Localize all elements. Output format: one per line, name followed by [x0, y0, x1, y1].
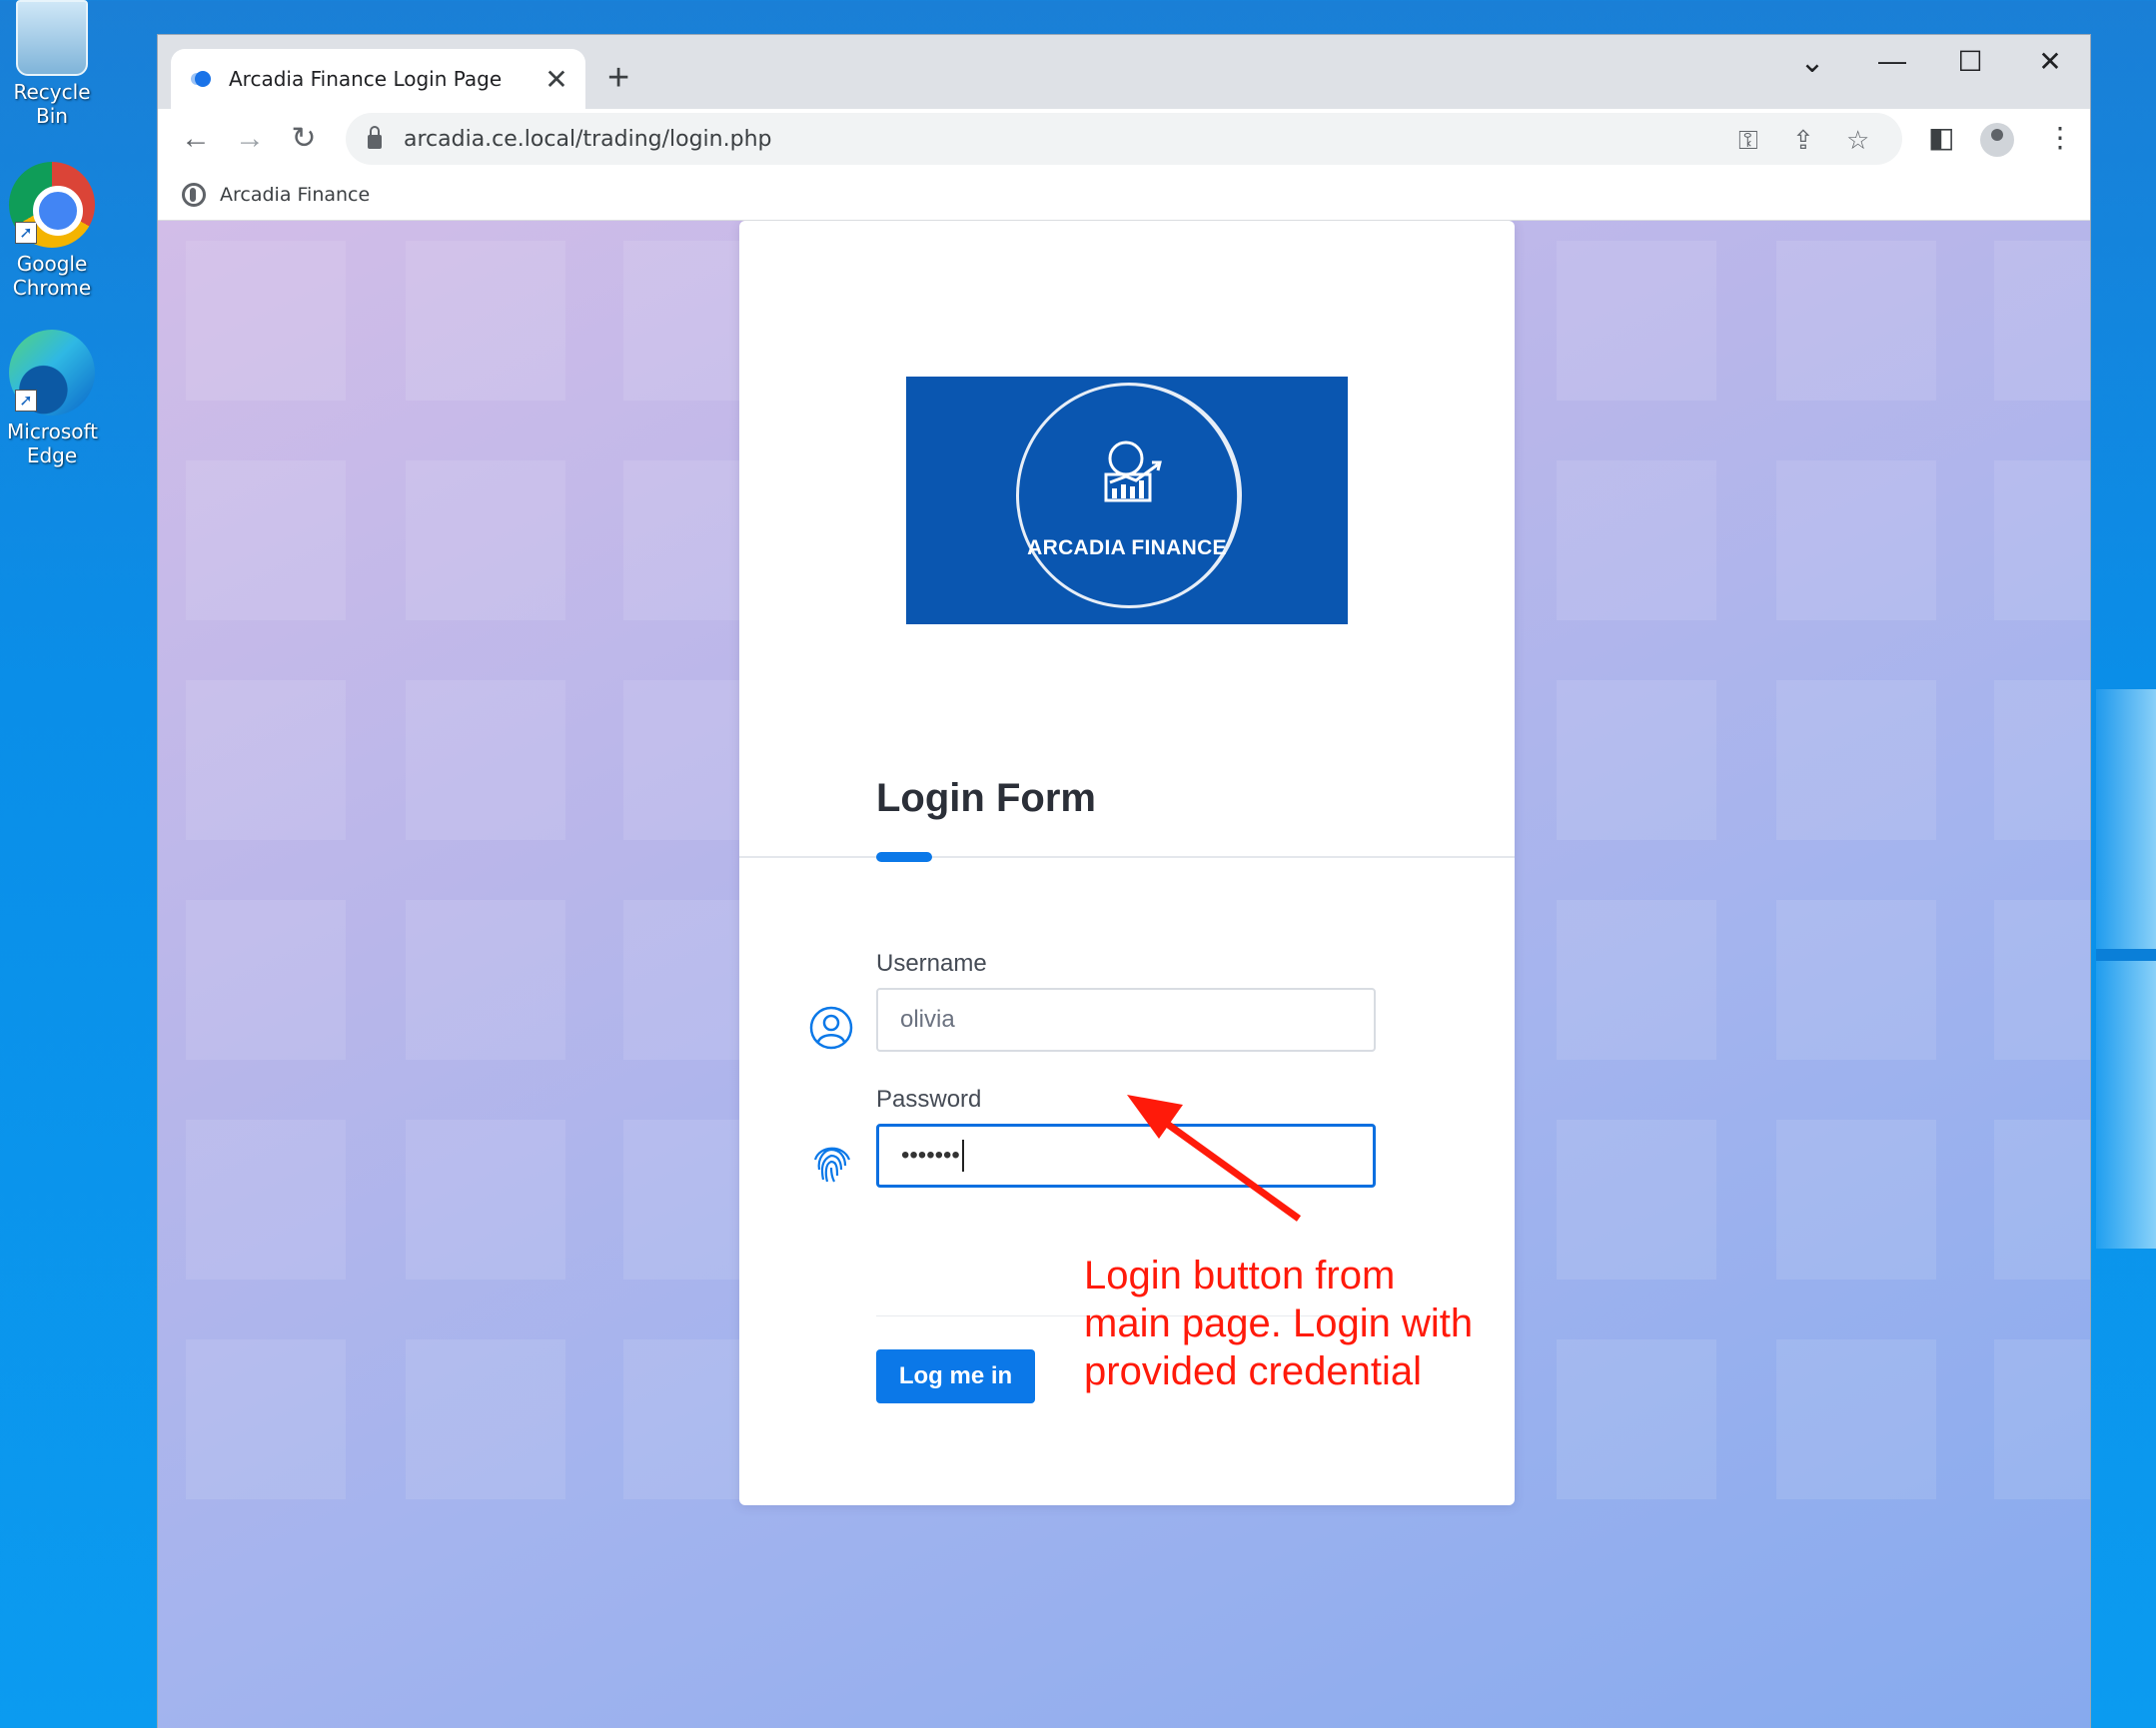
- annotation-line-1: Login button from: [1084, 1254, 1396, 1297]
- browser-window: Arcadia Finance Login Page ✕ + ⌄ — ☐ ✕ ←…: [157, 34, 2091, 1728]
- page-viewport: ARCADIA FINANCE Login Form Username oliv…: [158, 221, 2090, 1728]
- title-divider: [739, 856, 1515, 858]
- logo-text: ARCADIA FINANCE: [1027, 536, 1227, 559]
- login-button[interactable]: Log me in: [876, 1349, 1035, 1403]
- loading-favicon-icon: [195, 71, 211, 87]
- bookmark-star-icon[interactable]: ☆: [1846, 125, 1869, 156]
- tab-active[interactable]: Arcadia Finance Login Page ✕: [171, 49, 585, 109]
- username-value: olivia: [900, 1006, 955, 1033]
- new-tab-button[interactable]: +: [607, 57, 629, 100]
- reload-button[interactable]: ↻: [284, 119, 324, 159]
- username-input[interactable]: olivia: [876, 988, 1376, 1052]
- profile-avatar-icon[interactable]: [1980, 123, 2014, 157]
- tab-title: Arcadia Finance Login Page: [229, 67, 503, 91]
- text-caret: [961, 1140, 964, 1172]
- chrome-icon: ➚: [9, 162, 95, 248]
- password-label: Password: [876, 1086, 982, 1113]
- desktop-icon-chrome[interactable]: ➚ Google Chrome: [0, 162, 104, 300]
- maximize-button[interactable]: ☐: [1950, 45, 1990, 78]
- desktop-icon-recycle-bin[interactable]: Recycle Bin: [0, 0, 104, 128]
- minimize-button[interactable]: —: [1872, 45, 1912, 77]
- back-button[interactable]: ←: [176, 119, 216, 159]
- fingerprint-icon: [813, 1147, 851, 1183]
- windows-wallpaper-divider: [2096, 949, 2156, 961]
- finance-chart-icon: [1104, 440, 1162, 502]
- shortcut-arrow-icon: ➚: [15, 390, 37, 412]
- url-text[interactable]: arcadia.ce.local/trading/login.php: [404, 127, 771, 152]
- menu-kebab-icon[interactable]: ⋮: [2046, 121, 2074, 154]
- bookmark-arcadia-finance[interactable]: Arcadia Finance: [220, 184, 370, 206]
- annotation-line-3: provided credential: [1084, 1349, 1422, 1393]
- share-icon[interactable]: ⇪: [1792, 125, 1814, 156]
- desktop-icon-label: Google Chrome: [12, 252, 92, 300]
- password-input[interactable]: •••••••: [876, 1124, 1376, 1188]
- user-icon: [809, 1006, 853, 1050]
- browser-toolbar: ← → ↻ arcadia.ce.local/trading/login.php…: [158, 109, 2090, 169]
- recycle-bin-icon: [16, 0, 88, 76]
- title-accent-bar: [876, 852, 932, 862]
- arcadia-finance-logo: ARCADIA FINANCE: [906, 357, 1348, 634]
- edge-icon: ➚: [9, 330, 95, 416]
- side-panel-icon[interactable]: ◧: [1928, 121, 1954, 154]
- forward-button[interactable]: →: [230, 119, 270, 159]
- form-title: Login Form: [876, 776, 1096, 820]
- tab-search-icon[interactable]: ⌄: [1792, 45, 1832, 80]
- shortcut-arrow-icon: ➚: [15, 222, 37, 244]
- tab-strip: Arcadia Finance Login Page ✕ + ⌄ — ☐ ✕: [158, 35, 2090, 109]
- desktop-icon-edge[interactable]: ➚ Microsoft Edge: [0, 330, 104, 467]
- tab-close-icon[interactable]: ✕: [541, 63, 571, 96]
- globe-icon: [182, 182, 206, 207]
- password-key-icon[interactable]: ⚿: [1738, 125, 1758, 157]
- lock-icon[interactable]: [368, 126, 382, 149]
- annotation-text: Login button from main page. Login with …: [1084, 1252, 1524, 1395]
- windows-wallpaper-beam: [2096, 689, 2156, 1249]
- desktop-icon-label: Recycle Bin: [13, 80, 91, 128]
- close-window-button[interactable]: ✕: [2030, 45, 2070, 78]
- annotation-line-2: main page. Login with: [1084, 1301, 1474, 1345]
- address-bar[interactable]: arcadia.ce.local/trading/login.php ⚿ ⇪ ☆: [346, 113, 1902, 165]
- password-value: •••••••: [901, 1142, 960, 1169]
- desktop-icon-label: Microsoft Edge: [7, 420, 99, 467]
- bookmarks-bar: Arcadia Finance: [158, 169, 2090, 221]
- username-label: Username: [876, 950, 987, 977]
